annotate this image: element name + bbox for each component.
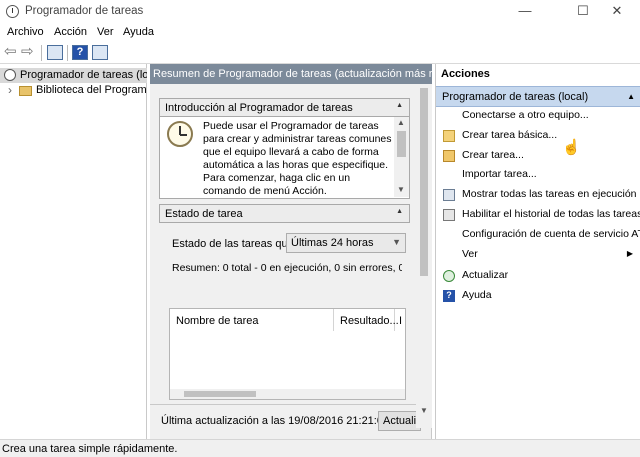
scroll-up-icon[interactable]: ▲	[397, 118, 405, 127]
table-horizontal-scrollbar[interactable]	[170, 389, 405, 399]
task-scheduler-clock-icon	[6, 5, 19, 18]
show-hide-action-pane-icon[interactable]	[92, 45, 108, 60]
action-label: Configuración de cuenta de servicio AT	[462, 228, 640, 240]
menu-ayuda[interactable]: Ayuda	[123, 26, 154, 38]
actions-group-header[interactable]: Programador de tareas (local) ▲	[436, 86, 640, 107]
create-task-icon	[443, 150, 455, 162]
close-button[interactable]: ✕	[594, 0, 640, 24]
toolbar-separator	[41, 45, 42, 61]
select-value: Últimas 24 horas	[291, 237, 374, 249]
task-summary: Resumen: 0 total - 0 en ejecución, 0 sin…	[172, 262, 402, 274]
section-title: Estado de tarea	[165, 208, 243, 220]
divider	[150, 404, 432, 405]
menu-ver[interactable]: Ver	[97, 26, 114, 38]
intro-section-body: Puede usar el Programador de tareas para…	[159, 117, 410, 199]
task-table[interactable]: Nombre de tarea Resultado... I	[169, 308, 406, 400]
tree-item-label: Programador de tareas (local)	[20, 69, 147, 81]
action-actualizar[interactable]: Actualizar	[436, 266, 640, 286]
minimize-button[interactable]: —	[502, 0, 548, 24]
status-bar: Crea una tarea simple rápidamente.	[0, 439, 640, 457]
task-status-section-header[interactable]: Estado de tarea ▲	[159, 204, 410, 223]
scroll-thumb[interactable]	[397, 131, 406, 157]
summary-header: Resumen de Programador de tareas (actual…	[150, 64, 432, 84]
tree-item-biblioteca[interactable]: › Biblioteca del Programador de tareas	[0, 83, 147, 98]
help-icon[interactable]: ?	[72, 45, 88, 60]
console-tree: Programador de tareas (local) › Bibliote…	[0, 64, 147, 439]
collapse-caret-icon[interactable]: ▲	[396, 102, 403, 109]
actions-pane: Acciones Programador de tareas (local) ▲…	[435, 64, 640, 439]
action-conectarse[interactable]: Conectarse a otro equipo...	[436, 106, 640, 126]
column-header-nombre[interactable]: Nombre de tarea	[170, 309, 334, 331]
help-icon: ?	[443, 290, 455, 302]
collapse-caret-icon[interactable]: ▲	[396, 208, 403, 215]
action-mostrar-tareas[interactable]: Mostrar todas las tareas en ejecución	[436, 185, 640, 205]
create-basic-task-icon	[443, 130, 455, 142]
refresh-button[interactable]: Actualizar	[378, 411, 421, 431]
menu-bar: Archivo Acción Ver Ayuda	[0, 24, 640, 42]
tree-item-label: Biblioteca del Programador de tareas	[36, 84, 147, 96]
summary-scrollbar[interactable]: ▼	[416, 84, 432, 428]
action-ver[interactable]: Ver ▶	[436, 245, 640, 265]
action-importar-tarea[interactable]: Importar tarea...	[436, 165, 640, 185]
action-label: Actualizar	[462, 269, 509, 281]
action-crear-tarea[interactable]: Crear tarea...	[436, 146, 640, 166]
intro-scrollbar[interactable]: ▲ ▼	[394, 117, 409, 197]
hand-cursor-icon: ☝	[562, 139, 581, 156]
last-update-text: Última actualización a las 19/08/2016 21…	[161, 415, 390, 427]
action-label: Ver	[462, 248, 478, 260]
forward-arrow-icon[interactable]: ⇨	[21, 44, 35, 61]
action-habilitar-historial[interactable]: Habilitar el historial de todas las tare…	[436, 205, 640, 225]
scroll-thumb[interactable]	[420, 88, 428, 276]
show-hide-console-tree-icon[interactable]	[47, 45, 63, 60]
tree-item-programador-local[interactable]: Programador de tareas (local)	[0, 68, 147, 83]
scroll-down-icon[interactable]: ▼	[397, 185, 405, 194]
title-bar: Programador de tareas — ☐ ✕	[0, 0, 640, 24]
action-label: Importar tarea...	[462, 168, 537, 180]
running-tasks-icon	[443, 189, 455, 201]
history-icon	[443, 209, 455, 221]
intro-text: Puede usar el Programador de tareas para…	[203, 120, 392, 197]
action-label: Habilitar el historial de todas las tare…	[462, 208, 640, 220]
time-range-select[interactable]: Últimas 24 horas ▼	[286, 233, 406, 253]
actions-header: Acciones	[441, 68, 490, 80]
chevron-down-icon: ▼	[392, 237, 401, 247]
scroll-thumb[interactable]	[184, 391, 256, 397]
action-label: Crear tarea...	[462, 149, 524, 161]
menu-accion[interactable]: Acción	[54, 26, 87, 38]
section-title: Introducción al Programador de tareas	[165, 102, 353, 114]
collapse-caret-icon[interactable]: ▲	[627, 92, 635, 101]
column-header-inicio[interactable]: I	[395, 309, 406, 331]
scroll-down-icon[interactable]: ▼	[420, 406, 428, 415]
action-label: Mostrar todas las tareas en ejecución	[462, 188, 637, 200]
toolbar: ⇦ ⇨ ?	[0, 42, 640, 64]
expand-chevron-icon[interactable]: ›	[8, 83, 12, 97]
submenu-arrow-icon: ▶	[626, 249, 633, 258]
action-label: Ayuda	[462, 289, 492, 301]
menu-archivo[interactable]: Archivo	[7, 26, 44, 38]
action-ayuda[interactable]: ? Ayuda	[436, 286, 640, 306]
summary-panel: Resumen de Programador de tareas (actual…	[150, 64, 432, 439]
refresh-icon	[443, 270, 455, 282]
intro-section-header[interactable]: Introducción al Programador de tareas ▲	[159, 98, 410, 117]
column-header-resultado[interactable]: Resultado...	[334, 309, 399, 331]
folder-icon	[19, 86, 32, 96]
scheduler-clock-icon	[167, 121, 193, 147]
action-configuracion-cuenta[interactable]: Configuración de cuenta de servicio AT	[436, 225, 640, 245]
clock-icon	[4, 69, 16, 81]
window-title: Programador de tareas	[25, 5, 144, 17]
action-label: Conectarse a otro equipo...	[462, 109, 589, 121]
action-crear-tarea-basica[interactable]: Crear tarea básica...	[436, 126, 640, 146]
action-label: Crear tarea básica...	[462, 129, 558, 141]
actions-group-label: Programador de tareas (local)	[442, 91, 589, 103]
back-arrow-icon[interactable]: ⇦	[4, 44, 18, 61]
toolbar-separator	[67, 45, 68, 61]
task-status-label: Estado de las tareas qu...	[172, 238, 297, 250]
